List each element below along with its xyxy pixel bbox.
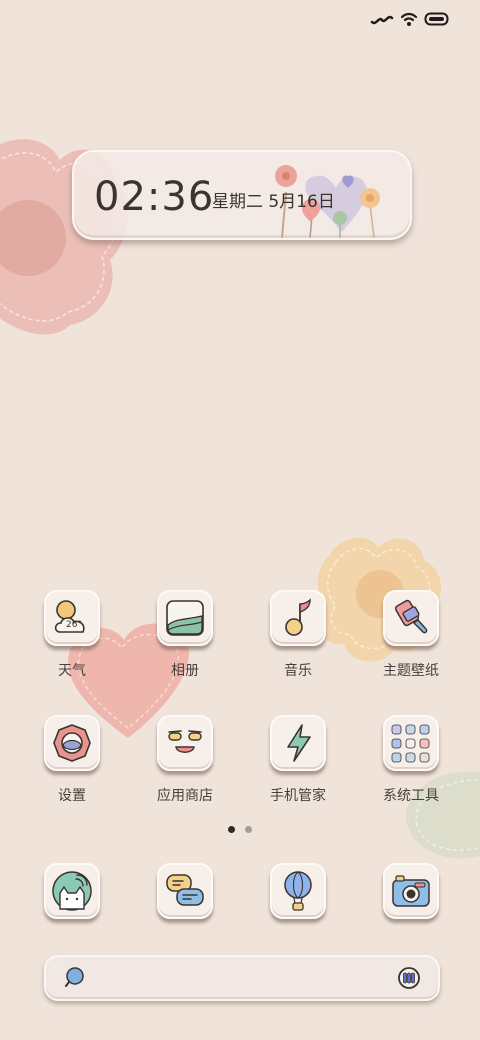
dock-phone[interactable] <box>44 863 100 919</box>
app-label: 音乐 <box>284 663 312 679</box>
settings-icon <box>44 715 100 771</box>
search-icon[interactable] <box>62 965 88 995</box>
dock-camera[interactable] <box>383 863 439 919</box>
app-phone-manager[interactable]: 手机管家 <box>270 715 326 804</box>
app-settings[interactable]: 设置 <box>44 715 100 804</box>
app-weather[interactable]: 26° 天气 <box>44 590 100 679</box>
gallery-icon <box>157 590 213 646</box>
app-label: 主题壁纸 <box>383 663 439 679</box>
app-label: 应用商店 <box>157 788 213 804</box>
search-bar[interactable] <box>44 955 440 1001</box>
clock-time: 02:36 <box>94 174 215 220</box>
theme-brush-icon <box>383 590 439 646</box>
phone-manager-icon <box>270 715 326 771</box>
app-label: 手机管家 <box>270 788 326 804</box>
status-bar <box>370 10 450 32</box>
app-system-tools-folder[interactable]: 系统工具 <box>383 715 439 804</box>
dock-messages[interactable] <box>157 863 213 919</box>
page-indicator <box>228 826 252 833</box>
messages-icon <box>157 863 213 919</box>
signal-icon <box>370 10 394 32</box>
app-gallery[interactable]: 相册 <box>157 590 213 679</box>
dock-browser[interactable] <box>270 863 326 919</box>
weather-icon: 26° <box>44 590 100 646</box>
voice-icon[interactable] <box>396 965 422 995</box>
clock-date: 星期二 5月16日 <box>212 192 335 212</box>
app-store[interactable]: 应用商店 <box>157 715 213 804</box>
music-icon <box>270 590 326 646</box>
app-label: 相册 <box>171 663 199 679</box>
app-label: 系统工具 <box>383 788 439 804</box>
weather-temperature: 26° <box>66 620 82 630</box>
camera-icon <box>383 863 439 919</box>
app-theme-wallpaper[interactable]: 主题壁纸 <box>383 590 439 679</box>
app-music[interactable]: 音乐 <box>270 590 326 679</box>
system-tools-folder-icon <box>383 715 439 771</box>
app-label: 设置 <box>58 788 86 804</box>
page-dot-active[interactable] <box>228 826 235 833</box>
phone-cat-icon <box>44 863 100 919</box>
wifi-icon <box>400 10 418 32</box>
app-label: 天气 <box>58 663 86 679</box>
page-dot[interactable] <box>245 826 252 833</box>
browser-balloon-icon <box>270 863 326 919</box>
battery-icon <box>424 11 450 31</box>
clock-widget[interactable]: 02:36 星期二 5月16日 <box>72 150 412 240</box>
app-store-icon <box>157 715 213 771</box>
